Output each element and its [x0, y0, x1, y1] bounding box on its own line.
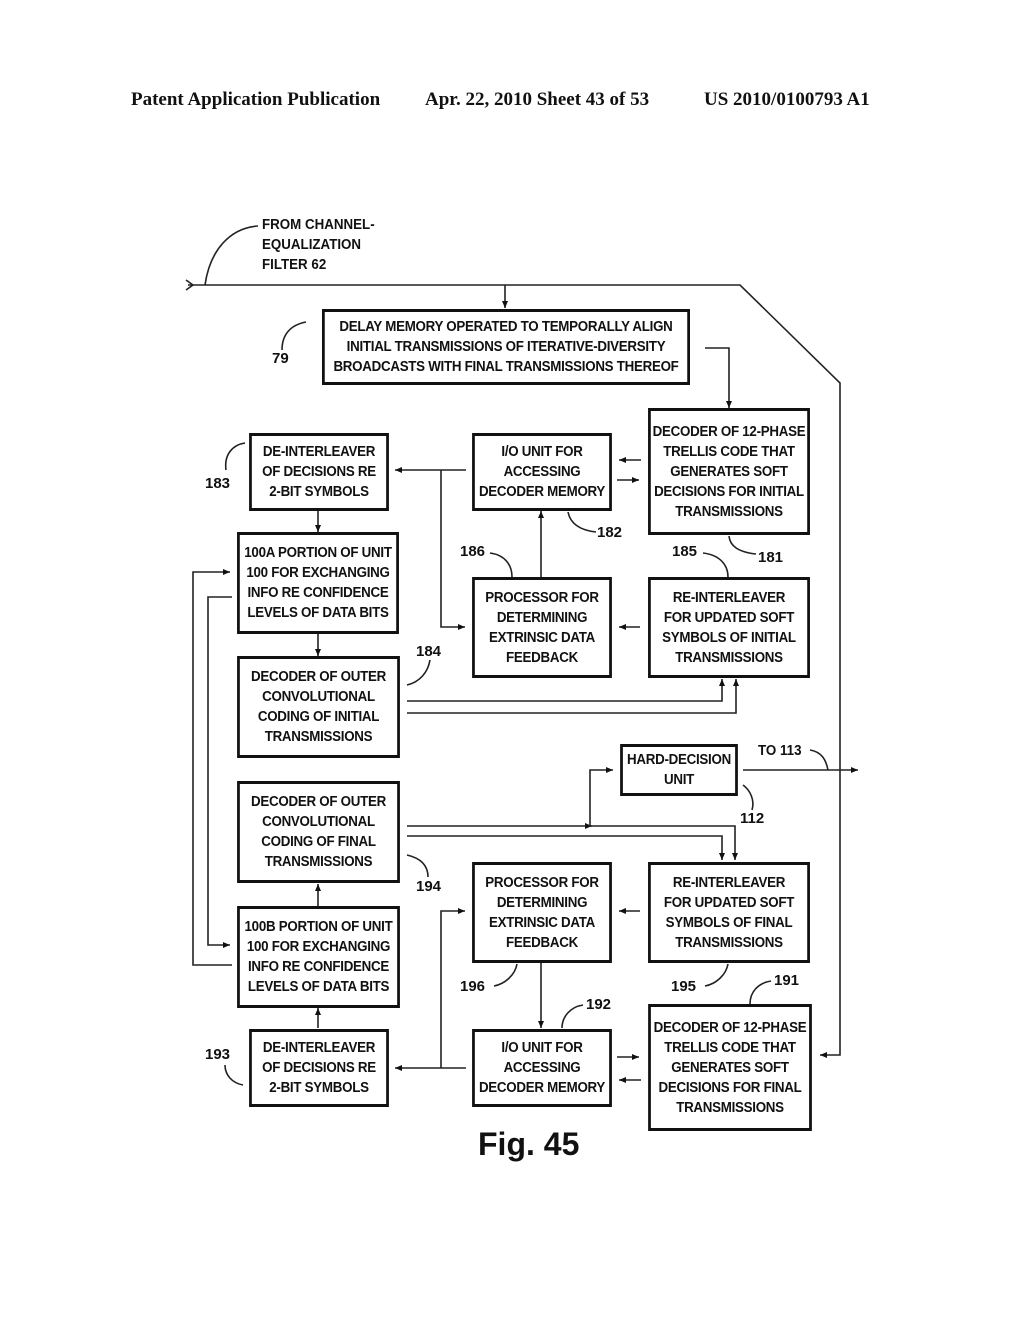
outer-decoder-final-block: DECODER OF OUTER CONVOLUTIONAL CODING OF…: [237, 781, 400, 883]
delay-memory-block: DELAY MEMORY OPERATED TO TEMPORALLY ALIG…: [322, 309, 690, 385]
ref-184: 184: [416, 643, 442, 660]
ref-192: 192: [586, 996, 612, 1013]
block-text: DE-INTERLEAVER OF DECISIONS RE 2-BIT SYM…: [262, 444, 376, 500]
ref-112: 112: [740, 810, 765, 827]
reinterleaver-initial-block: RE-INTERLEAVER FOR UPDATED SOFT SYMBOLS …: [648, 577, 810, 678]
io-unit-initial-block: I/O UNIT FOR ACCESSING DECODER MEMORY: [472, 433, 612, 511]
ref-185: 185: [672, 543, 698, 560]
io-unit-final-block: I/O UNIT FOR ACCESSING DECODER MEMORY: [472, 1029, 612, 1107]
input-leader: [204, 225, 259, 286]
output-label: TO 113: [758, 743, 802, 759]
ref-186: 186: [460, 543, 486, 560]
unit-100a-block: 100A PORTION OF UNIT 100 FOR EXCHANGING …: [237, 532, 399, 634]
block-text: I/O UNIT FOR ACCESSING DECODER MEMORY: [478, 1040, 606, 1096]
block-text: HARD-DECISION UNIT: [627, 752, 731, 788]
block-text: RE-INTERLEAVER FOR UPDATED SOFT SYMBOLS …: [662, 589, 796, 666]
ref-196: 196: [460, 978, 486, 995]
outer-decoder-initial-block: DECODER OF OUTER CONVOLUTIONAL CODING OF…: [237, 656, 400, 758]
ref-194: 194: [416, 878, 442, 895]
block-text: DELAY MEMORY OPERATED TO TEMPORALLY ALIG…: [333, 319, 679, 375]
block-text: DECODER OF 12-PHASE TRELLIS CODE THAT GE…: [652, 423, 806, 520]
unit-100b-block: 100B PORTION OF UNIT 100 FOR EXCHANGING …: [237, 906, 400, 1008]
extrinsic-processor-final-block: PROCESSOR FOR DETERMINING EXTRINSIC DATA…: [472, 862, 612, 963]
deinterleaver-final-block: DE-INTERLEAVER OF DECISIONS RE 2-BIT SYM…: [249, 1029, 389, 1107]
extrinsic-processor-initial-block: PROCESSOR FOR DETERMINING EXTRINSIC DATA…: [472, 577, 612, 678]
trellis-decoder-initial-block: DECODER OF 12-PHASE TRELLIS CODE THAT GE…: [648, 408, 810, 535]
ref-195: 195: [671, 978, 697, 995]
block-text: PROCESSOR FOR DETERMINING EXTRINSIC DATA…: [485, 589, 599, 666]
block-text: 100A PORTION OF UNIT 100 FOR EXCHANGING …: [244, 545, 392, 621]
deinterleaver-initial-block: DE-INTERLEAVER OF DECISIONS RE 2-BIT SYM…: [249, 433, 389, 511]
ref-191: 191: [774, 972, 800, 989]
block-text: DECODER OF 12-PHASE TRELLIS CODE THAT GE…: [653, 1019, 807, 1116]
trellis-decoder-final-block: DECODER OF 12-PHASE TRELLIS CODE THAT GE…: [648, 1004, 812, 1131]
block-text: RE-INTERLEAVER FOR UPDATED SOFT SYMBOLS …: [663, 874, 795, 951]
hard-decision-unit-block: HARD-DECISION UNIT: [620, 744, 738, 796]
figure-caption: Fig. 45: [478, 1126, 580, 1162]
ref-182: 182: [597, 524, 623, 541]
block-text: 100B PORTION OF UNIT 100 FOR EXCHANGING …: [244, 919, 393, 995]
ref-193: 193: [205, 1046, 231, 1063]
ref-181: 181: [758, 549, 784, 566]
input-source-label: FROM CHANNEL- EQUALIZATION FILTER 62: [262, 217, 375, 273]
ref-183: 183: [205, 475, 231, 492]
block-text: DECODER OF OUTER CONVOLUTIONAL CODING OF…: [251, 794, 386, 870]
block-text: DE-INTERLEAVER OF DECISIONS RE 2-BIT SYM…: [262, 1040, 376, 1096]
block-text: PROCESSOR FOR DETERMINING EXTRINSIC DATA…: [485, 874, 599, 951]
block-text: DECODER OF OUTER CONVOLUTIONAL CODING OF…: [251, 669, 386, 745]
reinterleaver-final-block: RE-INTERLEAVER FOR UPDATED SOFT SYMBOLS …: [648, 862, 810, 963]
ref-79: 79: [272, 350, 289, 367]
block-text: I/O UNIT FOR ACCESSING DECODER MEMORY: [478, 444, 606, 500]
